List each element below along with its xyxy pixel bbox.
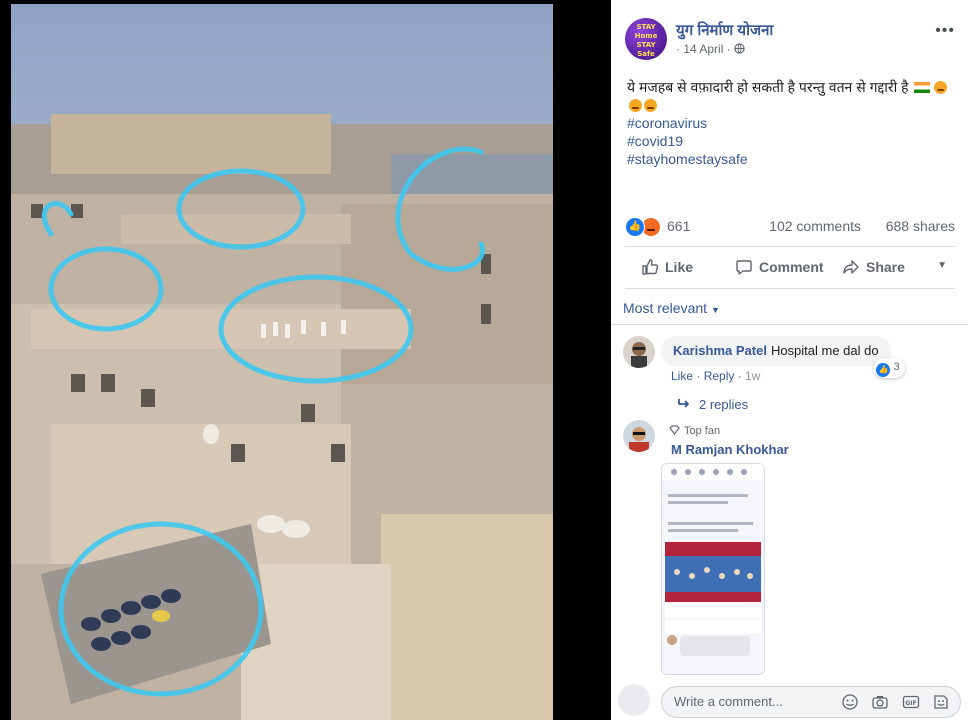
angry-emoji-icon — [934, 81, 948, 94]
comment-label: Comment — [759, 259, 824, 275]
svg-text:GIF: GIF — [905, 700, 916, 707]
comment-composer: Write a comment... GIF — [611, 680, 968, 720]
share-label: Share — [866, 259, 905, 275]
post-actions: Like Comment Share ▼ — [625, 252, 955, 284]
diamond-icon — [669, 425, 680, 435]
comments-count-link[interactable]: 102 comments — [769, 218, 861, 234]
thumbs-up-icon — [642, 259, 659, 275]
share-options-chevron-down-icon[interactable]: ▼ — [937, 260, 947, 271]
avatar-text-line: Home — [634, 32, 658, 40]
page-name-link[interactable]: युग निर्माण योजना — [676, 20, 773, 40]
comment-button[interactable]: Comment — [735, 258, 824, 276]
chevron-down-icon: ▼ — [710, 305, 720, 315]
avatar — [618, 684, 650, 716]
post-date[interactable]: 14 April — [683, 42, 723, 56]
camera-icon[interactable] — [871, 693, 889, 711]
divider — [611, 324, 968, 325]
comment-input[interactable]: Write a comment... GIF — [661, 686, 961, 718]
comment-author-link[interactable]: M Ramjan Khokhar — [671, 442, 789, 457]
comment-like-link[interactable]: Like — [671, 369, 693, 383]
comment-placeholder: Write a comment... — [674, 694, 783, 709]
comment-text: Hospital me dal do — [770, 343, 879, 358]
comment-reactions[interactable]: 👍 3 — [874, 358, 905, 378]
comment-sort-dropdown[interactable]: Most relevant ▼ — [623, 300, 720, 316]
globe-icon — [734, 43, 745, 54]
top-fan-badge: Top fan — [669, 425, 720, 437]
avatar-text-line: STAY — [636, 41, 656, 49]
angry-emoji-icon — [644, 99, 657, 112]
comment-attached-screenshot[interactable] — [661, 463, 765, 675]
divider — [625, 246, 955, 247]
post-message-text: ये मजहब से वफ़ादारी हो सकती है परन्तु वत… — [627, 79, 909, 95]
commenter-avatar-image — [623, 336, 655, 368]
post-body: ये मजहब से वफ़ादारी हो सकती है परन्तु वत… — [627, 78, 957, 168]
post-meta: · 14 April · — [676, 42, 745, 56]
post-message: ये मजहब से वफ़ादारी हो सकती है परन्तु वत… — [627, 78, 957, 114]
gif-icon[interactable]: GIF — [902, 693, 920, 711]
page-avatar[interactable]: STAY Home STAY Safe — [625, 18, 667, 60]
comment-author-link[interactable]: Karishma Patel — [673, 343, 767, 358]
comment-sort-label: Most relevant — [623, 300, 708, 316]
photo-viewer — [0, 0, 611, 720]
hashtag-link[interactable]: #coronavirus — [627, 114, 957, 132]
post-stats: 👍 661 102 comments 688 shares — [625, 214, 955, 238]
commenter-avatar-image — [623, 420, 655, 452]
composer-tools: GIF — [833, 693, 950, 711]
post-photo[interactable] — [11, 4, 553, 720]
hashtag-link[interactable]: #covid19 — [627, 132, 957, 150]
avatar[interactable] — [623, 336, 655, 368]
avatar[interactable] — [623, 420, 655, 452]
divider — [625, 288, 955, 289]
avatar-logo-text: STAY Home STAY Safe — [625, 23, 667, 59]
comment-reaction-count: 3 — [893, 361, 900, 373]
post-sidebar: STAY Home STAY Safe युग निर्माण योजना · … — [611, 0, 968, 720]
angry-emoji-icon — [629, 99, 642, 112]
emoji-icon[interactable] — [841, 693, 859, 711]
more-options-icon[interactable]: ••• — [935, 22, 955, 40]
top-fan-label: Top fan — [684, 425, 721, 437]
post-header: STAY Home STAY Safe युग निर्माण योजना · … — [625, 18, 955, 62]
avatar-text-line: STAY — [636, 23, 656, 31]
avatar-text-line: Safe — [637, 50, 655, 58]
sticker-icon[interactable] — [932, 693, 950, 711]
comment-timestamp[interactable]: 1w — [745, 369, 760, 383]
like-reaction-icon: 👍 — [876, 363, 891, 377]
screenshot-image — [662, 464, 764, 656]
view-replies-link[interactable]: 2 replies — [677, 397, 748, 412]
reaction-count[interactable]: 661 — [667, 218, 690, 234]
comment-reply-link[interactable]: Reply — [704, 369, 735, 383]
like-reaction-icon[interactable]: 👍 — [625, 217, 645, 237]
replies-label: 2 replies — [699, 397, 749, 412]
comment-bubble: Karishma Patel Hospital me dal do 👍 3 — [661, 336, 905, 378]
share-button[interactable]: Share — [842, 258, 905, 276]
comment-icon — [736, 260, 752, 275]
india-flag-icon — [914, 82, 931, 93]
share-icon — [843, 260, 859, 274]
reply-arrow-icon — [678, 399, 689, 408]
shares-count-link[interactable]: 688 shares — [886, 218, 955, 234]
meta-dot: · — [723, 42, 735, 56]
comment-action-row: Like · Reply · 1w — [671, 369, 761, 383]
like-button[interactable]: Like — [641, 258, 693, 276]
hashtag-link[interactable]: #stayhomestaysafe — [627, 150, 957, 168]
like-label: Like — [665, 259, 694, 275]
